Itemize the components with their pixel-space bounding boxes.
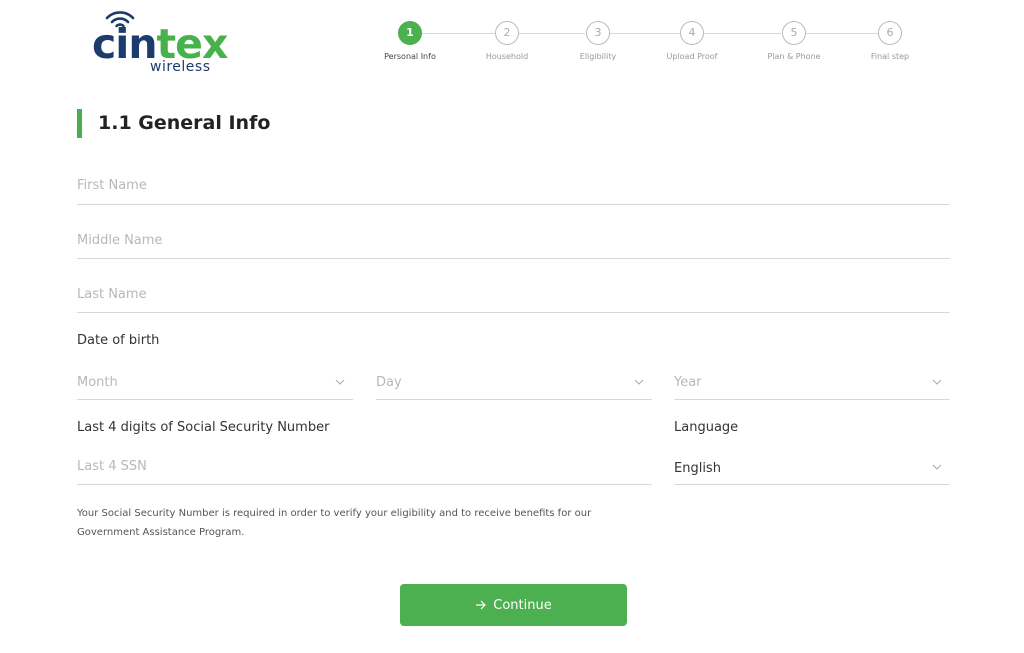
month-select[interactable]: Month <box>77 375 118 390</box>
day-select[interactable]: Day <box>376 375 402 390</box>
middle-name-underline <box>77 258 950 259</box>
step-personal-info[interactable]: 1 Personal Info <box>360 21 460 61</box>
last-name-input[interactable]: Last Name <box>77 287 147 302</box>
chevron-down-icon <box>634 379 644 385</box>
language-underline <box>674 484 950 485</box>
ssn-disclaimer: Your Social Security Number is required … <box>77 508 592 538</box>
month-underline <box>77 399 353 400</box>
continue-button[interactable]: Continue <box>400 584 627 626</box>
step-plan-phone[interactable]: 5 Plan & Phone <box>744 21 844 61</box>
day-underline <box>376 399 652 400</box>
language-select[interactable]: English <box>674 461 721 476</box>
ssn-label: Last 4 digits of Social Security Number <box>77 420 330 435</box>
middle-name-input[interactable]: Middle Name <box>77 233 162 248</box>
step-household[interactable]: 2 Household <box>457 21 557 61</box>
progress-stepper: 1 Personal Info 2 Household 3 Eligibilit… <box>0 0 1024 80</box>
step-label: Eligibility <box>579 52 617 61</box>
chevron-down-icon <box>932 464 942 470</box>
step-label: Upload Proof <box>666 52 718 61</box>
year-underline <box>674 399 950 400</box>
ssn-underline <box>77 484 652 485</box>
first-name-underline <box>77 204 950 205</box>
step-number: 3 <box>586 21 610 45</box>
step-number: 2 <box>495 21 519 45</box>
chevron-down-icon <box>932 379 942 385</box>
chevron-down-icon <box>335 379 345 385</box>
step-label: Plan & Phone <box>767 52 821 61</box>
page-title: 1.1 General Info <box>98 112 271 134</box>
step-upload-proof[interactable]: 4 Upload Proof <box>642 21 742 61</box>
step-label: Final step <box>870 52 910 61</box>
dob-label: Date of birth <box>77 333 160 348</box>
year-select[interactable]: Year <box>674 375 702 390</box>
language-label: Language <box>674 420 739 435</box>
first-name-input[interactable]: First Name <box>77 178 147 193</box>
step-number: 4 <box>680 21 704 45</box>
step-label: Household <box>485 52 529 61</box>
step-final[interactable]: 6 Final step <box>840 21 940 61</box>
step-number: 5 <box>782 21 806 45</box>
step-number: 1 <box>398 21 422 45</box>
step-label: Personal Info <box>384 52 436 61</box>
step-number: 6 <box>878 21 902 45</box>
step-eligibility[interactable]: 3 Eligibility <box>548 21 648 61</box>
continue-label: Continue <box>493 597 552 613</box>
arrow-right-icon <box>476 600 487 610</box>
last-name-underline <box>77 312 950 313</box>
section-accent-bar <box>77 109 82 138</box>
ssn-input[interactable]: Last 4 SSN <box>77 459 147 474</box>
